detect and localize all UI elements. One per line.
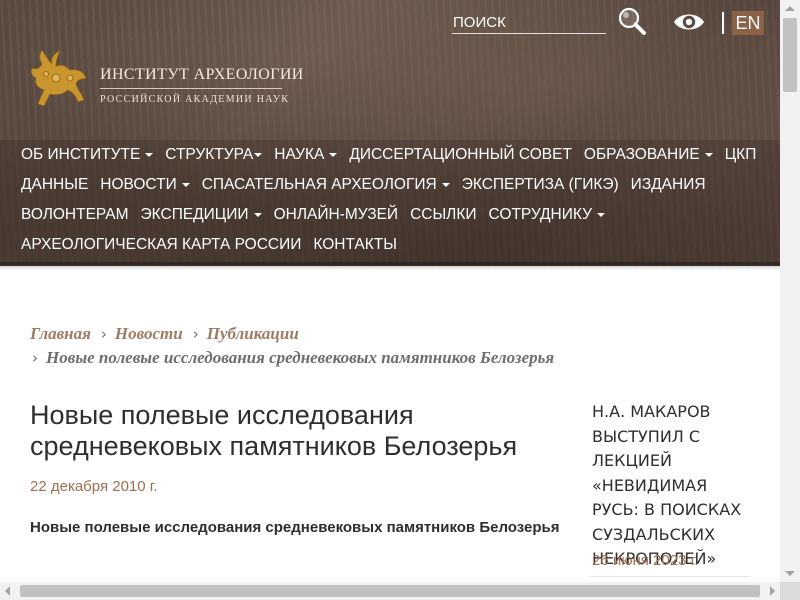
nav-item[interactable]: ССЫЛКИ (410, 206, 476, 224)
nav-item-label: ОБРАЗОВАНИЕ (583, 146, 700, 163)
nav-item-label: НАУКА (274, 146, 325, 163)
nav-item[interactable]: КОНТАКТЫ (313, 236, 397, 254)
eye-icon (674, 14, 704, 30)
nav-item-label: ЭКСПЕРТИЗА (ГИКЭ) (461, 176, 619, 193)
vertical-scrollbar[interactable] (780, 0, 800, 582)
nav-item[interactable]: СПАСАТЕЛЬНАЯ АРХЕОЛОГИЯ (202, 176, 450, 194)
nav-item[interactable]: СТРУКТУРА (165, 146, 263, 164)
nav-item[interactable]: ОБ ИНСТИТУТЕ (21, 146, 154, 164)
nav-item-label: КОНТАКТЫ (313, 236, 397, 253)
caret-down-icon (145, 153, 154, 157)
nav-item-label: ВОЛОНТЕРАМ (21, 206, 129, 223)
nav-item-label: АРХЕОЛОГИЧЕСКАЯ КАРТА РОССИИ (21, 236, 302, 253)
nav-item-label: СПАСАТЕЛЬНАЯ АРХЕОЛОГИЯ (201, 176, 437, 193)
breadcrumb-current: Новые полевые исследования средневековых… (46, 348, 555, 367)
scroll-up-arrow-icon[interactable] (785, 6, 795, 11)
article-date: 22 декабря 2010 г. (30, 478, 158, 495)
logo-subtitle[interactable]: РОССИЙСКОЙ АКАДЕМИИ НАУК (100, 94, 289, 105)
article-title: Новые полевые исследования средневековых… (30, 400, 518, 461)
nav-item[interactable]: ДАННЫЕ (21, 176, 88, 194)
nav-item[interactable]: ЭКСПЕДИЦИИ (141, 206, 262, 224)
nav-item-label: ОНЛАЙН-МУЗЕЙ (273, 206, 399, 223)
language-switch-button[interactable]: EN (732, 11, 764, 35)
scroll-left-arrow-icon[interactable] (5, 586, 10, 596)
sidebar-news-title[interactable]: Н.А. МАКАРОВ ВЫСТУПИЛ С ЛЕКЦИЕЙ «НЕВИДИМ… (592, 400, 780, 572)
nav-item-label: СОТРУДНИКУ (488, 206, 592, 223)
caret-down-icon (441, 183, 450, 187)
nav-item-label: ОБ ИНСТИТУТЕ (21, 146, 141, 163)
nav-item[interactable]: АРХЕОЛОГИЧЕСКАЯ КАРТА РОССИИ (21, 236, 301, 254)
nav-item[interactable]: НАУКА (274, 146, 338, 164)
nav-item-label: ЭКСПЕДИЦИИ (140, 206, 249, 223)
magnifier-icon (618, 7, 646, 35)
nav-item[interactable]: ОНЛАЙН-МУЗЕЙ (274, 206, 399, 224)
article-lead: Новые полевые исследования средневековых… (30, 519, 560, 536)
nav-item-label: ИЗДАНИЯ (630, 176, 706, 193)
nav-item[interactable]: ОБРАЗОВАНИЕ (584, 146, 713, 164)
nav-item[interactable]: СОТРУДНИКУ (489, 206, 605, 224)
nav-item[interactable]: ЭКСПЕРТИЗА (ГИКЭ) (462, 176, 619, 194)
logo-divider (100, 88, 282, 89)
nav-item[interactable]: НОВОСТИ (100, 176, 190, 194)
header-shadow (0, 262, 780, 270)
caret-down-icon (704, 153, 713, 157)
main-nav-row: ВОЛОНТЕРАМ ЭКСПЕДИЦИИ ОНЛАЙН-МУЗЕЙ ССЫЛКИ СО… (21, 202, 617, 228)
chevron-right-icon: › (100, 325, 107, 343)
caret-down-icon (254, 153, 263, 157)
breadcrumb-news[interactable]: Новости (115, 324, 183, 344)
nav-item-label: НОВОСТИ (100, 176, 177, 193)
nav-item-label: ДИССЕРТАЦИОННЫЙ СОВЕТ (349, 146, 572, 163)
logo-title[interactable]: ИНСТИТУТ АРХЕОЛОГИИ (100, 66, 304, 84)
scrollbar-corner (780, 582, 800, 600)
nav-item[interactable]: ВОЛОНТЕРАМ (21, 206, 129, 224)
caret-down-icon (181, 183, 190, 187)
site-header: EN ИНСТИТУТ АРХЕОЛОГИИ РОССИЙСКОЙ АКАДЕМ… (0, 0, 780, 266)
scroll-right-arrow-icon[interactable] (770, 586, 775, 596)
main-nav-row: ОБ ИНСТИТУТЕ СТРУКТУРА НАУКА ДИССЕРТАЦИОННЫ… (21, 142, 768, 168)
breadcrumb: Главная › Новости › Публикации › Новые п… (30, 322, 554, 370)
chevron-right-icon: › (32, 349, 38, 367)
nav-item-label: ДАННЫЕ (21, 176, 89, 193)
caret-down-icon (253, 213, 262, 217)
main-nav-row: ДАННЫЕ НОВОСТИ СПАСАТЕЛЬНАЯ АРХЕОЛОГИЯ ЭКСП… (21, 172, 718, 198)
sidebar-divider (590, 576, 750, 577)
caret-down-icon (596, 213, 605, 217)
caret-down-icon (329, 153, 338, 157)
nav-item[interactable]: ИЗДАНИЯ (631, 176, 706, 194)
search-input[interactable] (452, 12, 606, 34)
scrollbar-thumb[interactable] (20, 585, 760, 597)
accessibility-button[interactable] (672, 8, 706, 36)
nav-item-label: ССЫЛКИ (410, 206, 477, 223)
header-separator (722, 12, 724, 34)
sidebar-news-date: 26 июня 2023 г. (592, 552, 699, 569)
nav-item[interactable]: ДИССЕРТАЦИОННЫЙ СОВЕТ (349, 146, 572, 164)
golden-deer-icon[interactable] (26, 44, 94, 112)
search-button[interactable] (616, 6, 648, 38)
nav-item-label: ЦКП (724, 146, 757, 163)
breadcrumb-home[interactable]: Главная (30, 324, 91, 344)
breadcrumb-publications[interactable]: Публикации (207, 324, 299, 344)
scroll-down-arrow-icon[interactable] (785, 571, 795, 576)
scrollbar-thumb[interactable] (783, 18, 797, 92)
horizontal-scrollbar[interactable] (0, 582, 780, 600)
nav-item-label: СТРУКТУРА (165, 146, 254, 163)
chevron-right-icon: › (192, 325, 199, 343)
main-nav-row: АРХЕОЛОГИЧЕСКАЯ КАРТА РОССИИ КОНТАКТЫ (21, 232, 409, 258)
nav-item[interactable]: ЦКП (725, 146, 757, 164)
